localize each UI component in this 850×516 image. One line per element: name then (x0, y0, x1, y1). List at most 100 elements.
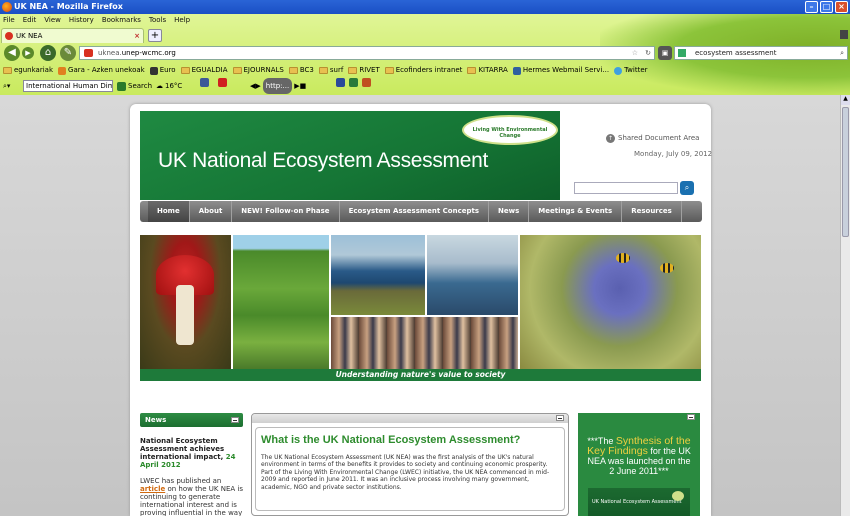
toolbar-search-input[interactable]: International Human Dimensions (23, 80, 113, 92)
bookmark-item[interactable]: Twitter (614, 63, 648, 78)
bookmark-item[interactable]: Hermes Webmail Servi... (512, 63, 610, 78)
back-button[interactable]: ◀ (4, 45, 20, 61)
tab-uk-nea[interactable]: UK NEA × (1, 28, 144, 43)
photo-mushroom (140, 235, 231, 369)
bookmark-item[interactable]: Ecofinders intranet (384, 63, 462, 78)
reload-icon[interactable]: ↻ (645, 47, 651, 59)
menu-help[interactable]: Help (174, 14, 190, 26)
site-search-input[interactable] (574, 182, 678, 194)
bee-icon (616, 253, 630, 263)
bookmark-label: Hermes Webmail Servi... (522, 66, 610, 74)
intro-text: The UK National Ecosystem Assessment (UK… (261, 454, 550, 491)
scroll-up-icon[interactable]: ▲ (841, 95, 850, 105)
collapse-icon[interactable] (231, 417, 239, 423)
search-input[interactable]: ecosystem assessment ⌕ (674, 46, 848, 60)
bookmark-item[interactable]: KITARRA (467, 63, 508, 78)
tab-strip: UK NEA × + (0, 26, 850, 43)
tab-label: UK NEA (16, 32, 43, 40)
window-titlebar: UK NEA - Mozilla Firefox – □ × (0, 0, 850, 14)
hero-collage (140, 235, 701, 369)
synthesis-panel-bar (578, 413, 700, 422)
bookmark-label: Euro (159, 66, 176, 74)
youtube-icon[interactable] (218, 78, 227, 87)
nav-about[interactable]: About (190, 201, 233, 222)
nav-resources[interactable]: Resources (622, 201, 682, 222)
bookmark-item[interactable]: egunkariak (3, 63, 53, 78)
collapse-icon[interactable] (556, 415, 564, 421)
bookmark-label: BC3 (299, 66, 314, 74)
bookmark-item[interactable]: RIVET (348, 63, 380, 78)
site-identity-icon[interactable] (84, 49, 93, 57)
menu-tools[interactable]: Tools (149, 14, 166, 26)
search-arrow-icon (117, 81, 126, 91)
media-controls[interactable]: ◀▶ http:... ▶■ (250, 78, 306, 94)
toolbar-search-icon[interactable]: ⌕▾ (3, 78, 10, 94)
twitter-icon (614, 66, 623, 75)
menu-bar: File Edit View History Bookmarks Tools H… (0, 14, 190, 26)
search-engine-icon[interactable] (678, 49, 686, 57)
toolbar-search-button[interactable]: Search (117, 78, 152, 94)
shared-document-link[interactable]: ↑ Shared Document Area (606, 134, 699, 143)
nav-concepts[interactable]: Ecosystem Assessment Concepts (340, 201, 490, 222)
synthesis-announcement[interactable]: ***The Synthesis of the Key Findings for… (584, 436, 694, 476)
site-title[interactable]: UK National Ecosystem Assessment (158, 149, 488, 173)
bookmark-label: surf (329, 66, 344, 74)
window-controls: – □ × (805, 1, 848, 13)
excel-icon[interactable] (349, 78, 358, 87)
bookmark-label: EJOURNALS (243, 66, 284, 74)
vertical-scrollbar[interactable]: ▲ (840, 95, 850, 516)
folder-icon (3, 67, 12, 74)
addon-icon[interactable]: ▣ (658, 46, 672, 60)
nav-follow-on[interactable]: NEW! Follow-on Phase (232, 201, 340, 222)
synthesis-report-cover[interactable]: UK National Ecosystem Assessment (588, 488, 690, 516)
bookmark-item[interactable]: Gara - Azken unekoak (58, 63, 145, 78)
scrollbar-thumb[interactable] (842, 107, 849, 237)
bee-icon (660, 263, 674, 273)
powerpoint-icon[interactable] (362, 78, 371, 87)
news-article-link[interactable]: article (140, 485, 165, 493)
bookmark-label: Gara - Azken unekoak (68, 66, 145, 74)
bookmark-label: egunkariak (14, 66, 54, 74)
nav-home[interactable]: Home (148, 201, 190, 222)
firefox-icon (2, 2, 12, 12)
menu-file[interactable]: File (3, 14, 15, 26)
minimize-button[interactable]: – (805, 1, 818, 13)
search-icon[interactable]: ⌕ (840, 47, 844, 59)
lwec-logo[interactable]: Living With Environmental Change (462, 115, 558, 145)
bookmark-item[interactable]: BC3 (288, 63, 314, 78)
search-query: ecosystem assessment (695, 49, 777, 57)
menu-edit[interactable]: Edit (23, 14, 37, 26)
mail-icon (512, 66, 521, 75)
menu-history[interactable]: History (69, 14, 94, 26)
bookmark-item[interactable]: Euro (149, 63, 176, 78)
facebook-icon[interactable] (200, 78, 209, 87)
list-all-tabs-icon[interactable] (840, 30, 848, 39)
tab-close-icon[interactable]: × (134, 29, 140, 43)
toolbar-weather[interactable]: ☁ 16°C (156, 78, 182, 94)
bookmark-item[interactable]: surf (318, 63, 344, 78)
addon-toolbar: ⌕▾ International Human Dimensions Search… (0, 78, 850, 94)
close-button[interactable]: × (835, 1, 848, 13)
menu-view[interactable]: View (44, 14, 61, 26)
bookmark-icon (149, 66, 158, 75)
edit-icon[interactable]: ✎ (60, 45, 76, 61)
maximize-button[interactable]: □ (820, 1, 833, 13)
bookmark-label: RIVET (359, 66, 380, 74)
news-headline[interactable]: National Ecosystem Assessment achieves i… (140, 437, 243, 469)
report-cover-title: UK National Ecosystem Assessment (592, 499, 682, 505)
bookmark-item[interactable]: EGUALDIA (180, 63, 228, 78)
forward-button[interactable]: ▶ (22, 47, 34, 59)
word-icon[interactable] (336, 78, 345, 87)
home-icon[interactable]: ⌂ (40, 45, 56, 61)
menu-bookmarks[interactable]: Bookmarks (102, 14, 141, 26)
radio-label: http:... (262, 78, 293, 94)
bookmark-item[interactable]: EJOURNALS (232, 63, 284, 78)
nav-news[interactable]: News (489, 201, 530, 222)
new-tab-button[interactable]: + (148, 29, 162, 42)
collapse-icon[interactable] (687, 414, 695, 420)
synthesis-panel: ***The Synthesis of the Key Findings for… (578, 413, 700, 516)
nav-meetings[interactable]: Meetings & Events (529, 201, 623, 222)
bookmark-star-icon[interactable]: ☆ (632, 47, 638, 59)
url-bar[interactable]: uknea.unep-wcmc.org ☆ ↻ (79, 46, 655, 60)
site-search-button[interactable]: ⌕ (680, 181, 694, 195)
